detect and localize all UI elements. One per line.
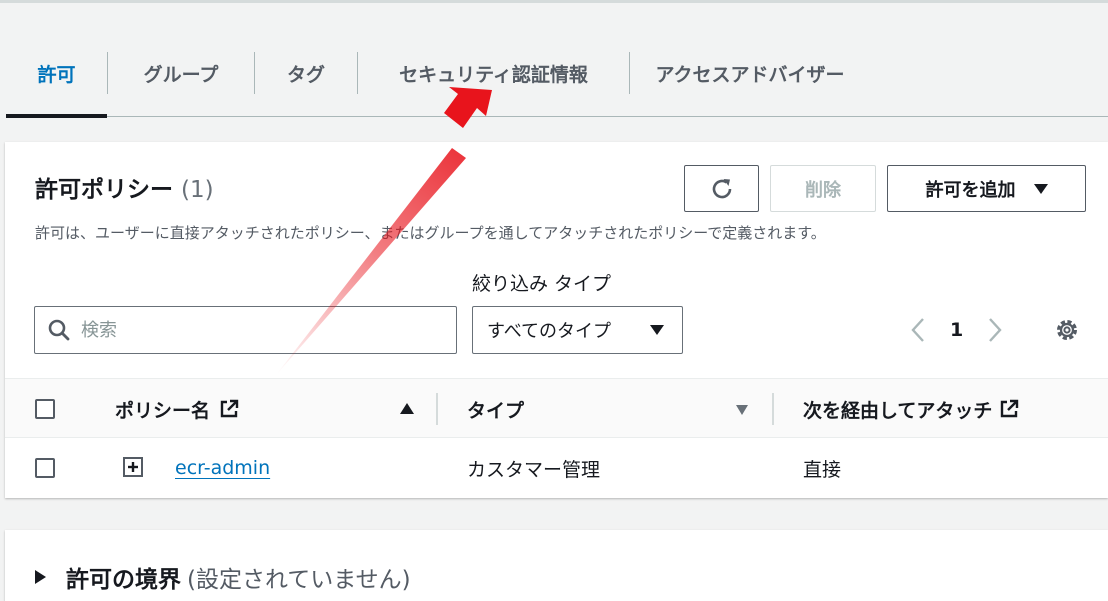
type-filter-select[interactable]: すべてのタイプ [472,306,683,354]
chevron-left-icon[interactable] [910,317,926,343]
refresh-icon [712,178,731,198]
column-header-attached-via[interactable]: 次を経由してアタッチ [803,379,1020,439]
permissions-boundary-title: 許可の境界 [66,567,181,593]
policy-count: (1) [181,177,214,203]
sort-ascending-icon[interactable] [400,403,414,414]
tab-groups[interactable]: グループ [108,30,254,117]
column-divider [772,393,774,425]
tab-permissions[interactable]: 許可 [6,30,107,118]
row-checkbox[interactable] [35,458,55,478]
tab-access-advisor-label: アクセスアドバイザー [655,63,845,86]
expand-plus-icon[interactable] [123,457,143,477]
add-permissions-label: 許可を追加 [925,179,1016,201]
search-input[interactable] [81,319,441,341]
column-header-policy-name[interactable]: ポリシー名 [115,379,240,439]
external-link-icon [220,399,239,418]
type-filter-value: すべてのタイプ [487,321,612,342]
tab-bar: 許可 グループ タグ セキュリティ認証情報 アクセスアドバイザー [6,30,1108,118]
current-page[interactable]: 1 [950,319,963,341]
policy-type-cell: カスタマー管理 [467,458,601,481]
search-icon [48,319,70,341]
column-policy-name-label: ポリシー名 [115,399,211,422]
top-divider [0,0,1108,3]
tab-security-credentials[interactable]: セキュリティ認証情報 [358,30,629,117]
tab-groups-label: グループ [143,63,219,86]
tab-security-credentials-label: セキュリティ認証情報 [399,63,588,86]
policy-attached-via-cell: 直接 [803,458,842,481]
policy-name-link[interactable]: ecr-admin [175,457,270,479]
column-type-label: タイプ [467,399,525,422]
select-all-checkbox[interactable] [35,399,55,419]
refresh-button[interactable] [684,165,759,212]
table-header: ポリシー名 タイプ 次を経由してアタッチ [5,378,1108,438]
column-attached-via-label: 次を経由してアタッチ [803,399,993,422]
permissions-boundary-status: (設定されていません) [187,567,411,593]
permission-policies-panel: 許可ポリシー (1) 削除 許可を追加 許可は、ユーザーに直接アタッチされたポリ… [5,142,1108,498]
column-header-type[interactable]: タイプ [467,379,524,439]
tab-permissions-label: 許可 [37,63,76,86]
permissions-boundary-toggle[interactable]: 許可の境界 (設定されていません) [35,560,411,594]
add-permissions-button[interactable]: 許可を追加 [887,165,1086,212]
panel-title-text: 許可ポリシー [35,177,173,203]
delete-button[interactable]: 削除 [770,165,876,212]
pagination: 1 [910,312,1003,348]
sort-toggle-icon[interactable] [736,405,748,415]
tab-access-advisor[interactable]: アクセスアドバイザー [630,30,870,117]
external-link-icon [1001,399,1019,418]
filter-type-label: 絞り込み タイプ [472,273,612,295]
table-row: ecr-admin カスタマー管理 直接 [5,438,1108,498]
policy-name-cell: ecr-admin [175,438,270,498]
gear-icon[interactable] [1054,317,1080,343]
tab-tags[interactable]: タグ [255,30,357,117]
tab-tags-label: タグ [286,63,325,86]
search-box[interactable] [34,306,457,354]
caret-down-icon [650,325,664,335]
chevron-right-icon[interactable] [987,317,1003,343]
panel-title: 許可ポリシー (1) [35,170,214,204]
caret-right-icon [35,570,46,584]
delete-button-label: 削除 [805,179,841,201]
caret-down-icon [1033,183,1048,194]
panel-description: 許可は、ユーザーに直接アタッチされたポリシー、またはグループを通してアタッチされ… [35,224,826,242]
permissions-boundary-panel: 許可の境界 (設定されていません) [5,530,1108,601]
column-divider [436,393,438,425]
